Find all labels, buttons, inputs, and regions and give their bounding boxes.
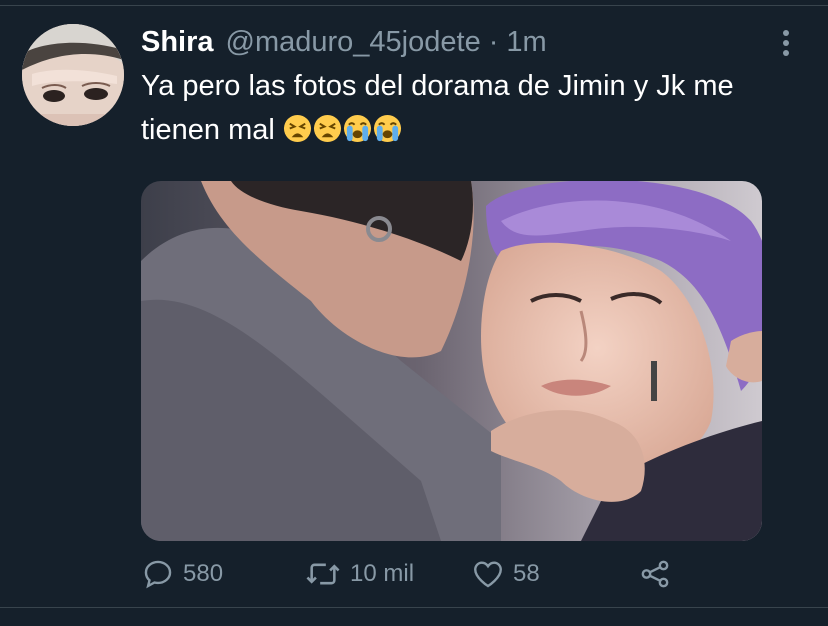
user-handle[interactable]: @maduro_45jodete — [226, 26, 481, 59]
reply-icon — [144, 560, 172, 589]
share-icon — [641, 560, 669, 588]
retweet-button[interactable]: 10 mil — [304, 556, 414, 592]
tired-face-emoji-icon — [313, 114, 341, 143]
tweet-media-image[interactable] — [141, 181, 762, 541]
tweet-actions: 580 10 mil 58 — [141, 556, 761, 592]
tweet-header: Shira @maduro_45jodete · 1m — [141, 26, 547, 62]
photo — [141, 181, 762, 541]
tweet-text-content: Ya pero las fotos del dorama de Jimin y … — [141, 70, 734, 146]
reply-button[interactable]: 580 — [141, 556, 223, 592]
retweet-icon — [306, 563, 340, 585]
like-count: 58 — [513, 560, 540, 587]
avatar[interactable] — [22, 24, 124, 126]
top-divider — [0, 5, 828, 6]
bottom-divider — [0, 607, 828, 608]
tweet-text: Ya pero las fotos del dorama de Jimin y … — [141, 64, 801, 152]
reply-count: 580 — [183, 560, 224, 587]
display-name[interactable]: Shira — [141, 26, 214, 59]
tweet-card[interactable]: Shira @maduro_45jodete · 1m Ya pero las … — [0, 0, 828, 626]
share-button[interactable] — [638, 556, 672, 592]
emoji-group — [283, 114, 403, 146]
retweet-count: 10 mil — [350, 560, 415, 587]
separator-dot: · — [488, 26, 499, 58]
loudly-crying-face-emoji-icon — [373, 114, 401, 143]
heart-icon — [474, 561, 502, 588]
avatar-image — [22, 24, 124, 126]
like-button[interactable]: 58 — [471, 556, 540, 592]
tired-face-emoji-icon — [283, 114, 311, 143]
loudly-crying-face-emoji-icon — [343, 114, 371, 143]
more-options-icon[interactable] — [778, 30, 794, 62]
timestamp[interactable]: 1m — [506, 26, 546, 59]
